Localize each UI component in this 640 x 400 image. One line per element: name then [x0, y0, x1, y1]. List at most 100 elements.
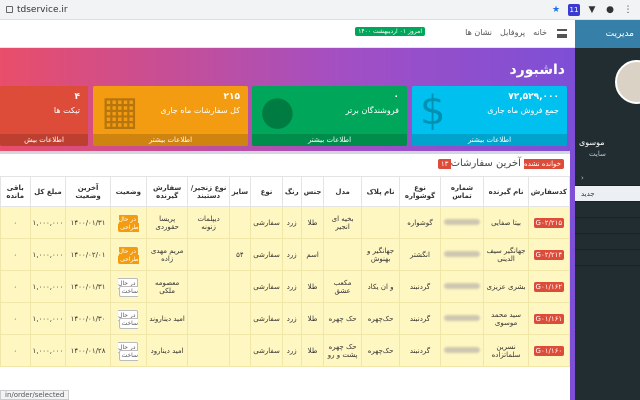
table-cell: حک چهره پشت و رو [323, 334, 362, 367]
sidebar-item[interactable] [575, 234, 640, 250]
table-cell: و ان یکاد [360, 270, 401, 303]
browser-toolbar: tdservice.ir ★ 11 ▼ ● ⋮ [0, 0, 640, 20]
table-cell: در حال طراحی [109, 206, 147, 239]
more-info-link[interactable]: اطلاعات بیشتر [93, 134, 248, 146]
table-cell: اسم [300, 238, 325, 271]
extension-icon[interactable]: 11 [568, 4, 580, 16]
table-cell: در حال طراحی [109, 238, 147, 271]
order-code: G۰۱/۱۶۱ [533, 313, 565, 324]
nav-link-home[interactable]: خانه [533, 28, 547, 37]
star-icon[interactable]: ★ [550, 4, 562, 16]
table-cell: بیتا صفایی [483, 206, 529, 239]
table-cell: ۵۴ [228, 238, 252, 271]
dollar-icon: $ [420, 88, 446, 134]
orders-panel: ۱۳ خوانده نشده آخرین سفارشات کدسفارش نام … [0, 151, 571, 400]
stat-box-tickets: ۴ تیکت ها اطلاعات بیش [0, 86, 88, 146]
table-cell: گردنبند [399, 270, 441, 303]
orders-table: کدسفارش نام گیرنده شماره تماس نوع گوشواره نا… [0, 176, 571, 367]
user-icon: ● [260, 88, 295, 134]
profile-icon[interactable]: ● [604, 4, 616, 16]
table-cell: ۰ [0, 206, 31, 239]
table-cell: ۱۴۰۰/۰۲/۰۱ [65, 238, 111, 271]
column-header: جنس [300, 176, 325, 207]
table-cell: سفارشی [250, 302, 283, 335]
download-icon[interactable]: ▼ [586, 4, 598, 16]
table-cell: G۰۱/۱۶۱ [527, 302, 571, 335]
table-cell: جهانگیر و بهنوش [360, 238, 401, 271]
table-row[interactable]: G۰۲/۲۱۴ جهانگیر سیف الدینی انگشتر جهانگیر و… [0, 238, 571, 271]
table-cell: حک‌چهره [360, 302, 401, 335]
table-cell [187, 302, 230, 335]
order-code: G۰۱/۱۶۰ [533, 345, 565, 356]
table-cell [228, 206, 252, 239]
table-cell: حک چهره [323, 302, 362, 335]
more-info-link[interactable]: اطلاعات بیشتر [412, 134, 567, 146]
more-info-link[interactable]: اطلاعات بیش [0, 134, 88, 146]
table-row[interactable]: G۰۱/۱۶۲ بشری عزیزی گردنبند و ان یکاد مکعب عش… [0, 270, 571, 303]
user-name: موسوی [579, 138, 605, 147]
table-cell [187, 270, 230, 303]
phone-redacted [444, 218, 480, 225]
table-cell: نسرین سلماتزاده [483, 334, 529, 367]
table-cell: بخیه ای انجیر [323, 206, 362, 239]
stat-box-orders: ▦ ۲۱۵ کل سفارشات ماه جاری اطلاعات بیشتر [93, 86, 248, 146]
sidebar-item[interactable] [575, 218, 640, 234]
column-header: آخرین وضعیت [65, 176, 111, 207]
column-header: سفارش گیرنده [145, 176, 189, 207]
table-cell: ۱,۰۰۰,۰۰۰ [29, 334, 67, 367]
sidebar-item[interactable] [575, 202, 640, 218]
address-bar[interactable]: tdservice.ir [6, 3, 546, 17]
nav-link-badges[interactable]: نشان ها [465, 28, 492, 37]
lock-icon [6, 6, 13, 13]
table-cell: بشری عزیزی [483, 270, 529, 303]
table-cell: ۰ [0, 334, 31, 367]
status-badge: در حال طراحی [118, 214, 139, 232]
column-header: مدل [323, 176, 362, 207]
table-row[interactable]: G۰۱/۱۶۱ سید محمد موسوی گردنبند حک‌چهره حک چه… [0, 302, 571, 335]
stat-label: جمع فروش ماه جاری [487, 106, 559, 115]
nav-link-profile[interactable]: پروفایل [500, 28, 525, 37]
table-cell [228, 302, 252, 335]
table-cell: ۰ [0, 270, 31, 303]
menu-icon[interactable]: ⋮ [622, 4, 634, 16]
main-content: داشبورد $ ۷۲,۵۲۹,۰۰۰ جمع فروش ماه جاری ا… [0, 48, 575, 400]
more-info-link[interactable]: اطلاعات بیشتر [252, 134, 407, 146]
table-cell: مکعب عشق [323, 270, 362, 303]
table-cell [187, 334, 230, 367]
sidebar-item[interactable] [575, 250, 640, 266]
table-cell: ۱۴۰۰/۰۱/۳۱ [65, 206, 111, 239]
column-header: شماره تماس [439, 176, 485, 207]
table-cell [439, 302, 485, 335]
table-cell: پریسا حقوردی [145, 206, 189, 239]
table-cell: زرد [281, 270, 302, 303]
table-cell [187, 238, 230, 271]
table-cell: سفارشی [250, 238, 283, 271]
table-cell: سید محمد موسوی [483, 302, 529, 335]
hamburger-icon[interactable] [557, 29, 567, 38]
stat-value: ۷۲,۵۲۹,۰۰۰ [508, 92, 559, 102]
user-role: سایت [589, 150, 606, 158]
table-row[interactable]: G۰۲/۲۱۵ بیتا صفایی گوشواره بخیه ای انجیر طلا… [0, 206, 571, 239]
order-code: G۰۲/۲۱۵ [533, 217, 565, 228]
status-bar: in/order/selected [0, 390, 70, 400]
table-cell: زرد [281, 334, 302, 367]
table-cell: دیپلمات زنونه [187, 206, 230, 239]
table-cell: G۰۱/۱۶۰ [527, 334, 571, 367]
sidebar-item[interactable]: › [575, 170, 640, 186]
table-cell: ۱,۰۰۰,۰۰۰ [29, 270, 67, 303]
table-cell: طلا [300, 334, 325, 367]
sidebar-item-new[interactable]: جدید [575, 186, 640, 202]
column-header: نوع گوشواره [399, 176, 441, 207]
table-row[interactable]: G۰۱/۱۶۰ نسرین سلماتزاده گردنبند حک‌چهره حک چ… [0, 334, 571, 367]
panel-title: ۱۳ خوانده نشده آخرین سفارشات [434, 158, 564, 169]
table-cell: زرد [281, 238, 302, 271]
stat-value: ۲۱۵ [223, 92, 240, 102]
table-cell: سفارشی [250, 334, 283, 367]
table-cell [360, 206, 401, 239]
sidebar: مدیریت موسوی سایت › جدید [575, 20, 640, 400]
table-cell [228, 334, 252, 367]
avatar [615, 60, 640, 104]
table-cell: ۱۴۰۰/۰۱/۳۰ [65, 302, 111, 335]
column-header: نام گیرنده [483, 176, 529, 207]
column-header: نوع [250, 176, 283, 207]
